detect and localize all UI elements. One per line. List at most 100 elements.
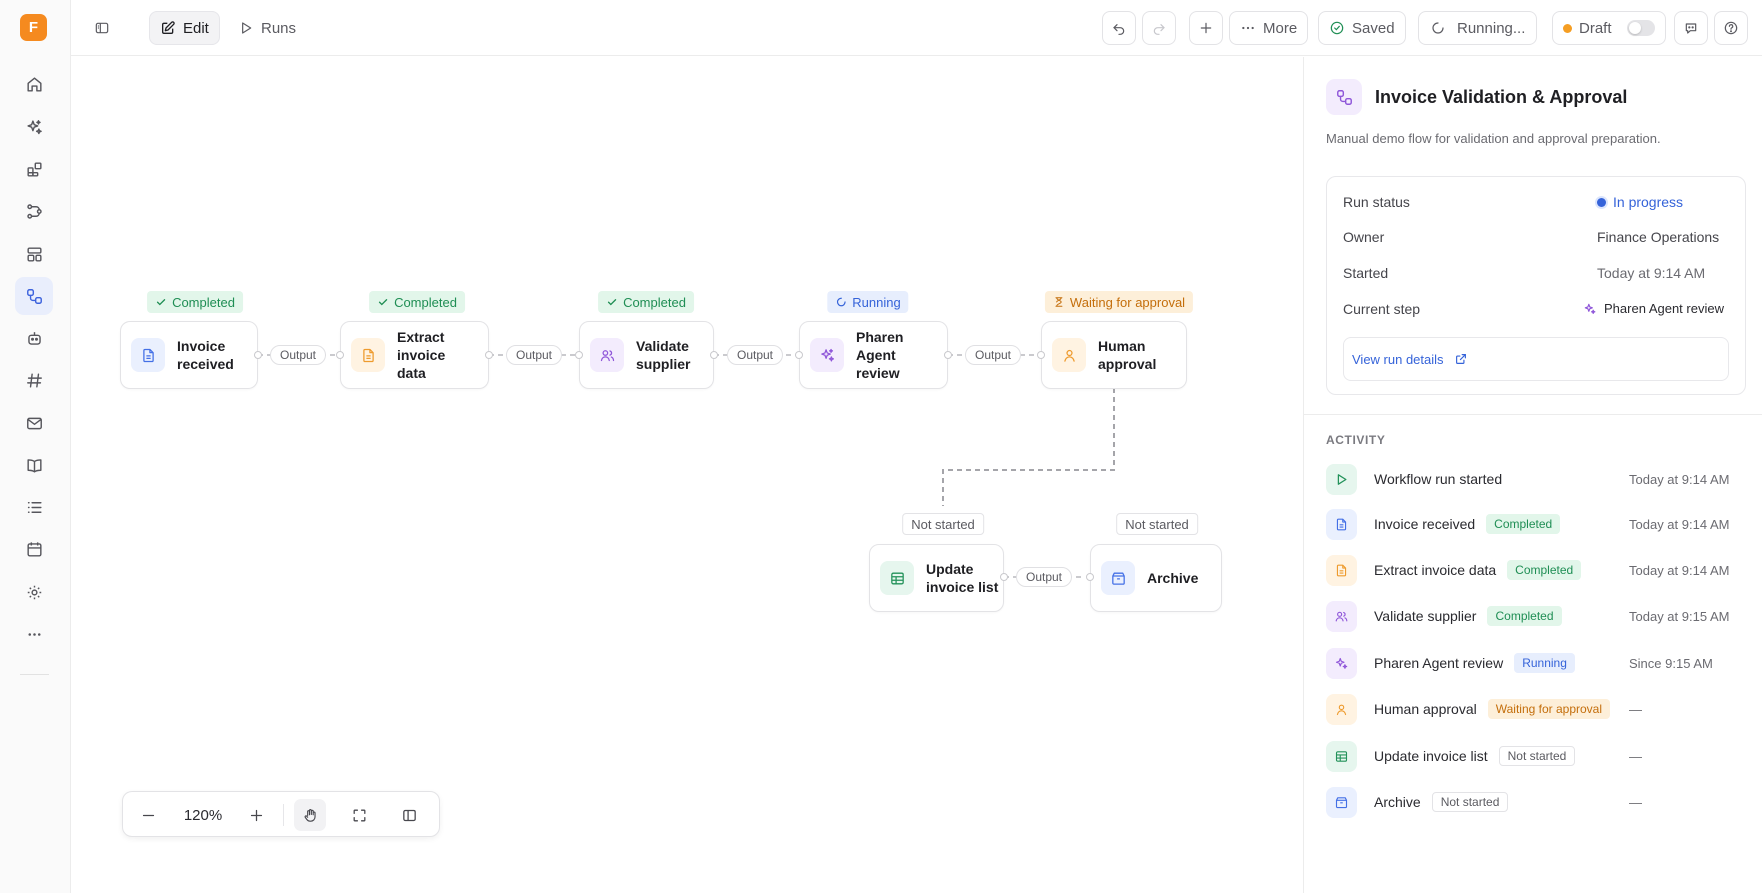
run-status-value: In progress — [1597, 194, 1683, 210]
zoom-in-button[interactable] — [240, 799, 272, 831]
blocks-icon[interactable] — [15, 150, 53, 188]
run-details-panel: Invoice Validation & Approval Manual dem… — [1303, 57, 1762, 893]
output-port[interactable] — [254, 351, 262, 359]
workspace-logo[interactable]: F — [20, 14, 47, 41]
check-icon — [377, 296, 389, 308]
draft-switch[interactable] — [1626, 20, 1655, 36]
more-button[interactable]: More — [1229, 11, 1309, 45]
activity-name: Extract invoice data — [1374, 562, 1497, 578]
activity-name: Human approval — [1374, 701, 1477, 717]
owner-label: Owner — [1343, 229, 1385, 245]
output-port[interactable] — [944, 351, 952, 359]
book-icon[interactable] — [15, 446, 53, 484]
toggle-sidebar-button[interactable] — [85, 11, 119, 45]
toggle-panel-button[interactable] — [393, 799, 425, 831]
table-icon — [880, 561, 914, 595]
mail-icon[interactable] — [15, 404, 53, 442]
edge-label-output: Output — [1015, 567, 1073, 587]
minus-icon — [140, 807, 157, 824]
activity-item[interactable]: Human approval Waiting for approval — — [1326, 693, 1746, 725]
calendar-icon[interactable] — [15, 530, 53, 568]
node-invoice-received[interactable]: Invoice received — [120, 321, 258, 389]
activity-item[interactable]: Update invoice list Not started — — [1326, 740, 1746, 772]
spinner-icon — [835, 296, 847, 308]
templates-icon[interactable] — [15, 235, 53, 273]
runs-tab[interactable]: Runs — [228, 11, 306, 45]
rail-divider — [20, 674, 49, 675]
activity-time: Since 9:15 AM — [1629, 655, 1713, 671]
workflow-editor: F Edit Runs More Saved Running... Draft … — [0, 0, 1762, 893]
input-port[interactable] — [795, 351, 803, 359]
activity-item[interactable]: Invoice received Completed Today at 9:14… — [1326, 508, 1746, 540]
activity-name: Workflow run started — [1374, 471, 1503, 487]
panel-icon — [401, 807, 418, 824]
run-summary-card: Run status In progress Owner Finance Ope… — [1326, 176, 1746, 395]
pan-tool-button[interactable] — [294, 799, 326, 831]
status-badge-extract-invoice-data: Completed — [369, 291, 465, 313]
hash-icon[interactable] — [15, 361, 53, 399]
owner-value: Finance Operations — [1597, 229, 1720, 245]
sparkles-icon[interactable] — [15, 108, 53, 146]
input-port[interactable] — [1037, 351, 1045, 359]
zoom-out-button[interactable] — [132, 799, 164, 831]
help-button[interactable] — [1714, 11, 1748, 45]
bot-icon[interactable] — [15, 319, 53, 357]
zoom-level[interactable]: 120% — [173, 799, 233, 831]
output-port[interactable] — [1000, 573, 1008, 581]
more-label: More — [1263, 19, 1298, 37]
sparkles-icon — [1583, 302, 1597, 316]
activity-name: Pharen Agent review — [1374, 655, 1504, 671]
node-pharen-agent-review[interactable]: Pharen Agent review — [799, 321, 948, 389]
node-human-approval[interactable]: Human approval — [1041, 321, 1187, 389]
hourglass-icon — [1053, 296, 1065, 308]
status-dot — [1597, 197, 1606, 207]
input-port[interactable] — [575, 351, 583, 359]
undo-button[interactable] — [1102, 11, 1136, 45]
node-validate-supplier[interactable]: Validate supplier — [579, 321, 714, 389]
activity-item[interactable]: Pharen Agent review Running Since 9:15 A… — [1326, 647, 1746, 679]
users-icon — [590, 338, 624, 372]
node-update-invoice-list[interactable]: Update invoice list — [869, 544, 1004, 612]
activity-time: — — [1629, 748, 1642, 764]
edge-label-output: Output — [726, 345, 784, 365]
node-label: Extract invoice data — [397, 329, 446, 381]
node-archive[interactable]: Archive — [1090, 544, 1222, 612]
activity-item[interactable]: Extract invoice data Completed Today at … — [1326, 554, 1746, 586]
more-icon[interactable] — [15, 615, 53, 653]
saved-indicator[interactable]: Saved — [1318, 11, 1406, 45]
panel-divider — [1304, 414, 1762, 415]
document-icon — [131, 338, 165, 372]
external-link-icon — [1454, 352, 1468, 366]
workflow-canvas[interactable]: Completed Invoice received Completed Ext… — [71, 57, 1303, 893]
activity-item[interactable]: Validate supplier Completed Today at 9:1… — [1326, 600, 1746, 632]
play-icon — [1326, 463, 1357, 495]
node-label: Human approval — [1098, 338, 1157, 372]
redo-button[interactable] — [1142, 11, 1176, 45]
current-step-label: Current step — [1343, 301, 1421, 317]
activity-time: Today at 9:14 AM — [1629, 471, 1730, 487]
home-icon[interactable] — [15, 65, 53, 103]
settings-icon[interactable] — [15, 573, 53, 611]
output-port[interactable] — [710, 351, 718, 359]
edit-tab[interactable]: Edit — [149, 11, 220, 45]
plus-icon — [248, 807, 265, 824]
workflow-icon[interactable] — [15, 277, 53, 315]
activity-item[interactable]: Workflow run started Today at 9:14 AM — [1326, 463, 1746, 495]
input-port[interactable] — [1086, 573, 1094, 581]
draft-toggle[interactable]: Draft — [1552, 11, 1666, 45]
node-label: Validate supplier — [636, 338, 691, 372]
node-extract-invoice-data[interactable]: Extract invoice data — [340, 321, 489, 389]
fit-view-button[interactable] — [343, 799, 375, 831]
flows-icon[interactable] — [15, 192, 53, 230]
activity-item[interactable]: Archive Not started — — [1326, 786, 1746, 818]
draft-label: Draft — [1579, 19, 1612, 37]
run-status-label: Run status — [1343, 194, 1410, 210]
add-node-button[interactable] — [1189, 11, 1223, 45]
input-port[interactable] — [336, 351, 344, 359]
list-icon[interactable] — [15, 488, 53, 526]
assistant-button[interactable] — [1674, 11, 1708, 45]
view-run-details-link[interactable]: View run details — [1343, 337, 1729, 381]
running-indicator[interactable]: Running... — [1418, 11, 1538, 45]
output-port[interactable] — [485, 351, 493, 359]
activity-badge: Waiting for approval — [1487, 699, 1611, 719]
